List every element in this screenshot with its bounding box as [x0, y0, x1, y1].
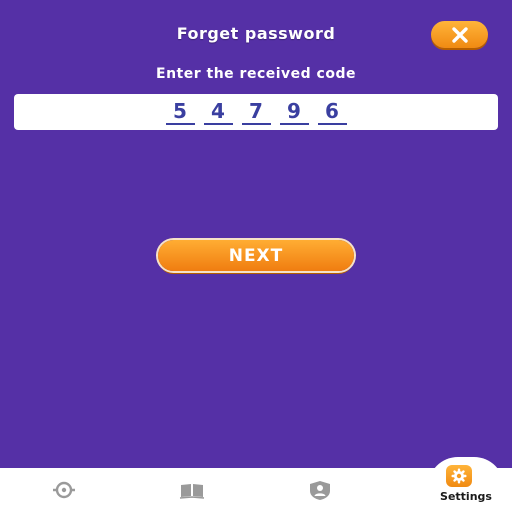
- close-icon: [451, 26, 468, 43]
- code-digit[interactable]: 5: [165, 100, 195, 125]
- code-digit[interactable]: 4: [203, 100, 233, 125]
- book-icon: [179, 484, 205, 499]
- settings-button[interactable]: [446, 465, 472, 487]
- nav-item-refresh[interactable]: [0, 468, 128, 512]
- close-button[interactable]: [431, 21, 488, 48]
- code-input[interactable]: 5 4 7 9 6: [14, 94, 498, 130]
- code-digit[interactable]: 9: [279, 100, 309, 125]
- settings-label[interactable]: Settings: [428, 490, 504, 503]
- code-prompt: Enter the received code: [156, 66, 356, 82]
- nav-item-profile[interactable]: [256, 468, 384, 512]
- code-digit[interactable]: 7: [241, 100, 271, 125]
- gear-icon: [451, 468, 467, 484]
- code-digit[interactable]: 6: [317, 100, 347, 125]
- profile-icon: [310, 481, 330, 500]
- nav-item-book[interactable]: [128, 468, 256, 512]
- refresh-icon: [53, 481, 75, 499]
- next-button[interactable]: NEXT: [158, 240, 354, 271]
